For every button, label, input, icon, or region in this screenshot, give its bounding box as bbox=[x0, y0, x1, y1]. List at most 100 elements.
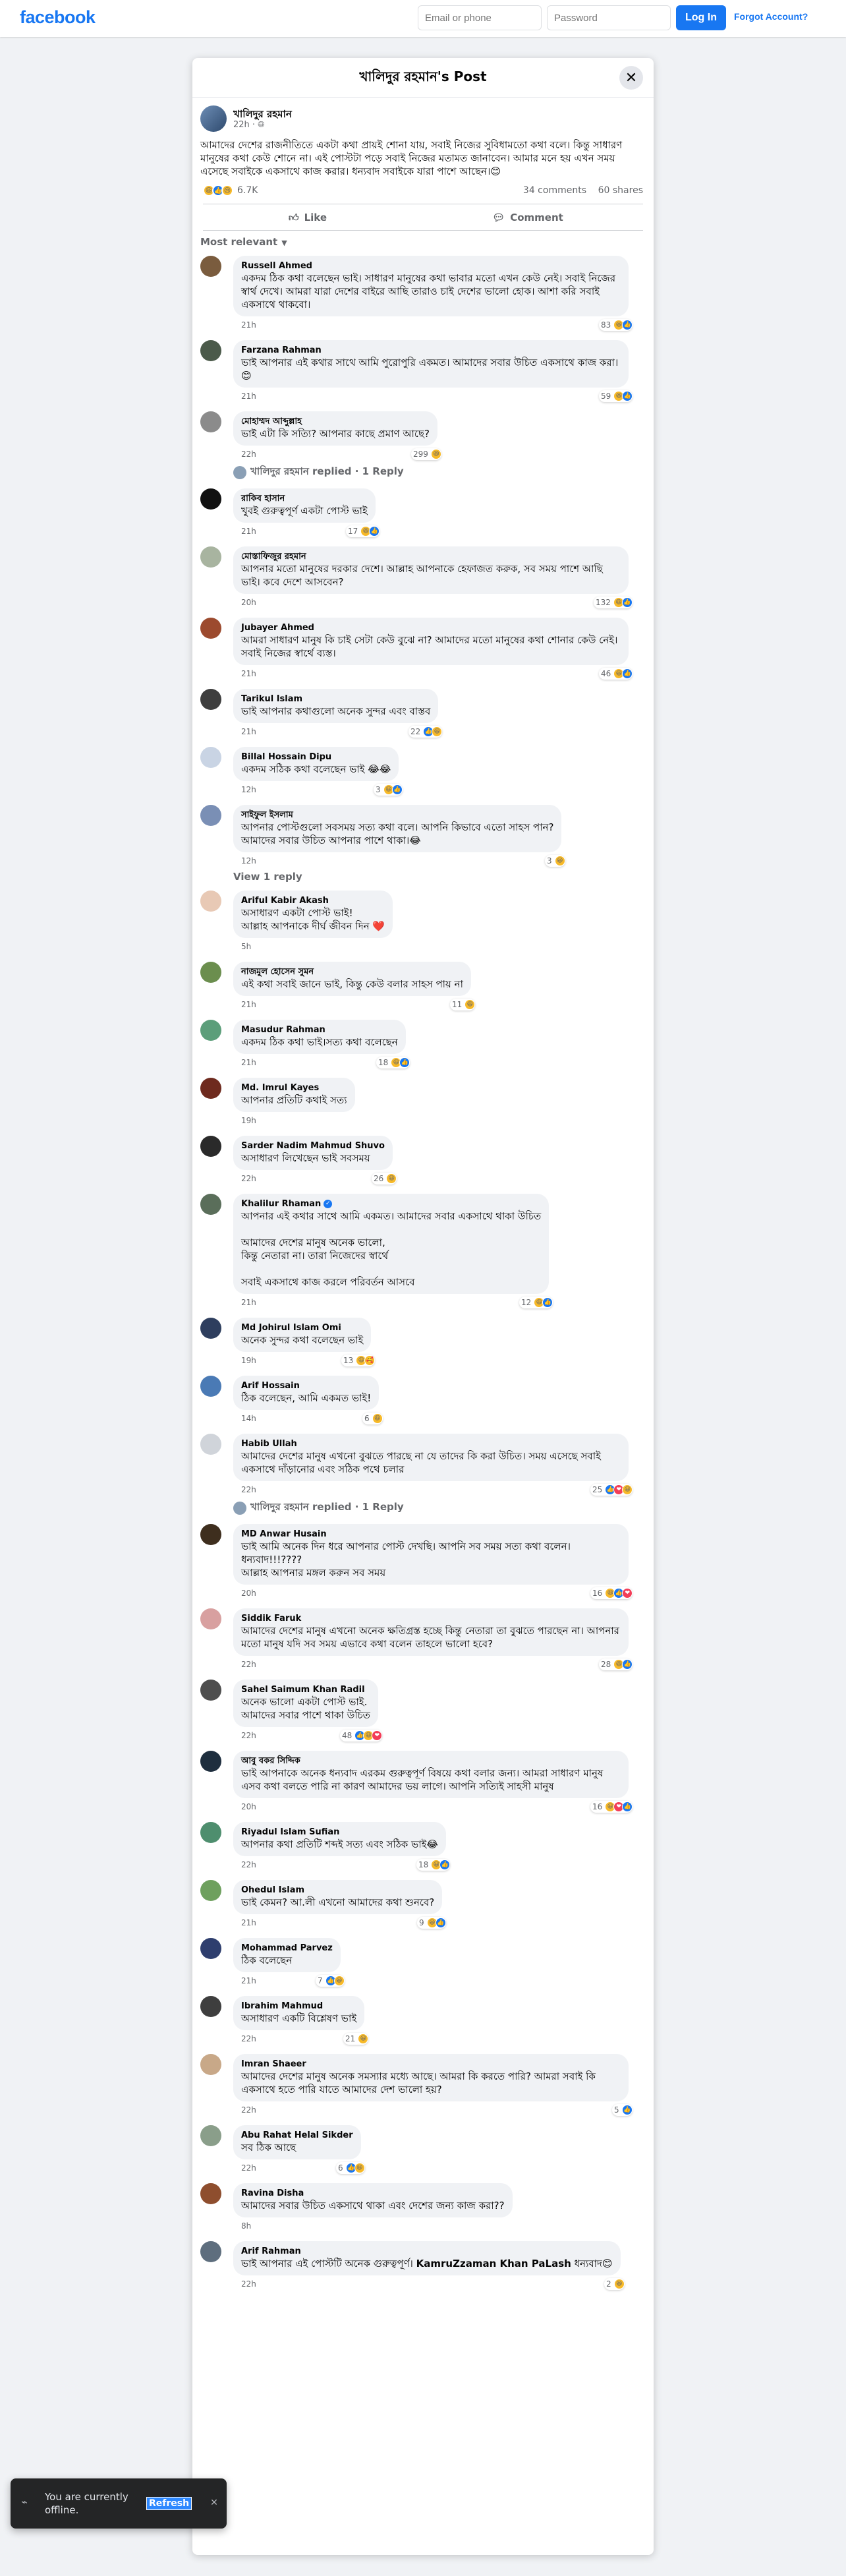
mention-link[interactable]: KamruZzaman Khan PaLash bbox=[416, 2258, 571, 2269]
avatar[interactable] bbox=[200, 2054, 221, 2075]
commenter-name[interactable]: Habib Ullah bbox=[241, 1439, 621, 1449]
comment-time[interactable]: 21h bbox=[241, 1976, 256, 1985]
comment-time[interactable]: 21h bbox=[241, 1918, 256, 1927]
avatar[interactable] bbox=[200, 1020, 221, 1041]
comment-time[interactable]: 19h bbox=[241, 1356, 256, 1365]
forgot-account-link[interactable]: Forgot Account? bbox=[734, 11, 808, 22]
facebook-logo[interactable]: facebook bbox=[20, 7, 96, 28]
close-icon[interactable]: ✕ bbox=[619, 66, 643, 90]
replies-link[interactable]: খালিদুর রহমান replied · 1 Reply bbox=[233, 464, 643, 481]
avatar[interactable] bbox=[200, 1524, 221, 1545]
replies-link[interactable]: খালিদুর রহমান replied · 1 Reply bbox=[233, 1500, 643, 1516]
comment-reactions[interactable]: 7 👍 😆 bbox=[316, 1975, 345, 1987]
comment-time[interactable]: 22h bbox=[241, 1660, 256, 1669]
avatar[interactable] bbox=[200, 1680, 221, 1701]
avatar[interactable] bbox=[200, 962, 221, 983]
commenter-name[interactable]: Sarder Nadim Mahmud Shuvo bbox=[241, 1141, 385, 1152]
avatar[interactable] bbox=[200, 689, 221, 710]
avatar[interactable] bbox=[200, 1376, 221, 1397]
avatar[interactable] bbox=[200, 2183, 221, 2204]
avatar[interactable] bbox=[200, 488, 221, 510]
comment-reactions[interactable]: 18 😆 👍 bbox=[376, 1057, 410, 1068]
avatar[interactable] bbox=[200, 546, 221, 568]
view-reply-link[interactable]: View 1 reply bbox=[233, 871, 643, 883]
comment-reactions[interactable]: 3 😆 bbox=[545, 855, 565, 867]
comment-reactions[interactable]: 132 😆 👍 bbox=[594, 597, 633, 608]
comment-reactions[interactable]: 25 👍 ❤ 😆 bbox=[590, 1484, 633, 1496]
commenter-name[interactable]: Md Johirul Islam Omi bbox=[241, 1323, 363, 1333]
commenter-name[interactable]: Imran Shaeer bbox=[241, 2059, 621, 2070]
login-button[interactable]: Log In bbox=[676, 5, 726, 30]
comment-reactions[interactable]: 6 😆 bbox=[362, 1413, 383, 1424]
comment-time[interactable]: 5h bbox=[241, 942, 251, 951]
comment-time[interactable]: 22h bbox=[241, 2279, 256, 2289]
commenter-name[interactable]: Ravina Disha bbox=[241, 2188, 505, 2199]
comment-reactions[interactable]: 3 😆 👍 bbox=[374, 784, 403, 796]
comment-time[interactable]: 12h bbox=[241, 856, 256, 865]
comment-reactions[interactable]: 46 😆 👍 bbox=[599, 668, 633, 680]
commenter-name[interactable]: Khalilur Rhaman ✓ bbox=[241, 1199, 541, 1210]
avatar[interactable] bbox=[200, 1751, 221, 1772]
comment-reactions[interactable]: 83 😆 👍 bbox=[599, 319, 633, 331]
avatar[interactable] bbox=[200, 1194, 221, 1215]
avatar[interactable] bbox=[200, 1996, 221, 2017]
comment-time[interactable]: 22h bbox=[241, 2163, 256, 2173]
commenter-name[interactable]: আবু বকর সিদ্দিক bbox=[241, 1756, 621, 1767]
comment-time[interactable]: 21h bbox=[241, 1298, 256, 1307]
commenter-name[interactable]: Abu Rahat Helal Sikder bbox=[241, 2130, 353, 2141]
comment-reactions[interactable]: 16 😆 👍 ❤ bbox=[590, 1587, 633, 1599]
comment-reactions[interactable]: 16 😆 ❤ 👍 bbox=[590, 1801, 633, 1813]
commenter-name[interactable]: Russell Ahmed bbox=[241, 261, 621, 272]
commenter-name[interactable]: Mohammad Parvez bbox=[241, 1943, 333, 1954]
avatar[interactable] bbox=[200, 747, 221, 768]
commenter-name[interactable]: MD Anwar Husain bbox=[241, 1529, 621, 1540]
avatar[interactable] bbox=[200, 411, 221, 432]
avatar[interactable] bbox=[200, 1822, 221, 1843]
comment-time[interactable]: 21h bbox=[241, 320, 256, 330]
comment-time[interactable]: 22h bbox=[241, 450, 256, 459]
avatar[interactable] bbox=[200, 618, 221, 639]
commenter-name[interactable]: Ibrahim Mahmud bbox=[241, 2001, 356, 2012]
comment-reactions[interactable]: 48 👍 😆 ❤ bbox=[340, 1730, 383, 1742]
comment-reactions[interactable]: 17 😆 👍 bbox=[346, 525, 380, 537]
comment-reactions[interactable]: 28 😆 👍 bbox=[599, 1658, 633, 1670]
avatar[interactable] bbox=[200, 1938, 221, 1959]
commenter-name[interactable]: Arif Rahman bbox=[241, 2246, 613, 2257]
commenter-name[interactable]: Jubayer Ahmed bbox=[241, 623, 621, 633]
comment-time[interactable]: 21h bbox=[241, 669, 256, 678]
avatar[interactable] bbox=[200, 891, 221, 912]
comment-button[interactable]: 💬︎ Comment bbox=[423, 207, 633, 228]
commenter-name[interactable]: Md. Imrul Kayes bbox=[241, 1083, 347, 1094]
commenter-name[interactable]: সাইফুল ইসলাম bbox=[241, 810, 553, 821]
comment-time[interactable]: 8h bbox=[241, 2221, 251, 2231]
comment-time[interactable]: 20h bbox=[241, 1802, 256, 1811]
comment-time[interactable]: 22h bbox=[241, 2034, 256, 2043]
comment-time[interactable]: 20h bbox=[241, 1589, 256, 1598]
comment-time[interactable]: 22h bbox=[241, 1860, 256, 1869]
comment-time[interactable]: 12h bbox=[241, 785, 256, 794]
comment-time[interactable]: 21h bbox=[241, 527, 256, 536]
comment-reactions[interactable]: 13 😆 🥰 bbox=[341, 1355, 376, 1366]
comment-reactions[interactable]: 12 😆 👍 bbox=[519, 1297, 553, 1308]
avatar[interactable] bbox=[200, 1318, 221, 1339]
avatar[interactable] bbox=[200, 2125, 221, 2146]
avatar[interactable] bbox=[200, 105, 227, 132]
comment-time[interactable]: 21h bbox=[241, 1000, 256, 1009]
close-icon[interactable]: ✕ bbox=[208, 2497, 220, 2509]
commenter-name[interactable]: মোহাম্মদ আব্দুল্লাহ bbox=[241, 417, 430, 427]
comment-time[interactable]: 21h bbox=[241, 727, 256, 736]
like-button[interactable]: 👍︎ Like bbox=[203, 207, 412, 228]
comment-time[interactable]: 14h bbox=[241, 1414, 256, 1423]
commenter-name[interactable]: Billal Hossain Dipu bbox=[241, 752, 391, 763]
comment-reactions[interactable]: 18 😆 👍 bbox=[416, 1859, 451, 1871]
avatar[interactable] bbox=[200, 1078, 221, 1099]
comment-time[interactable]: 22h bbox=[241, 1731, 256, 1740]
commenter-name[interactable]: Siddik Faruk bbox=[241, 1614, 621, 1624]
commenter-name[interactable]: Ohedul Islam bbox=[241, 1885, 434, 1896]
comment-time[interactable]: 21h bbox=[241, 1058, 256, 1067]
email-input[interactable] bbox=[418, 5, 542, 30]
comment-reactions[interactable]: 2 😆 bbox=[604, 2278, 625, 2290]
sort-dropdown[interactable]: Most relevant ▼ bbox=[200, 236, 643, 253]
reaction-summary[interactable]: 😆 👍 😢 6.7K bbox=[203, 185, 258, 196]
commenter-name[interactable]: Masudur Rahman bbox=[241, 1025, 398, 1036]
